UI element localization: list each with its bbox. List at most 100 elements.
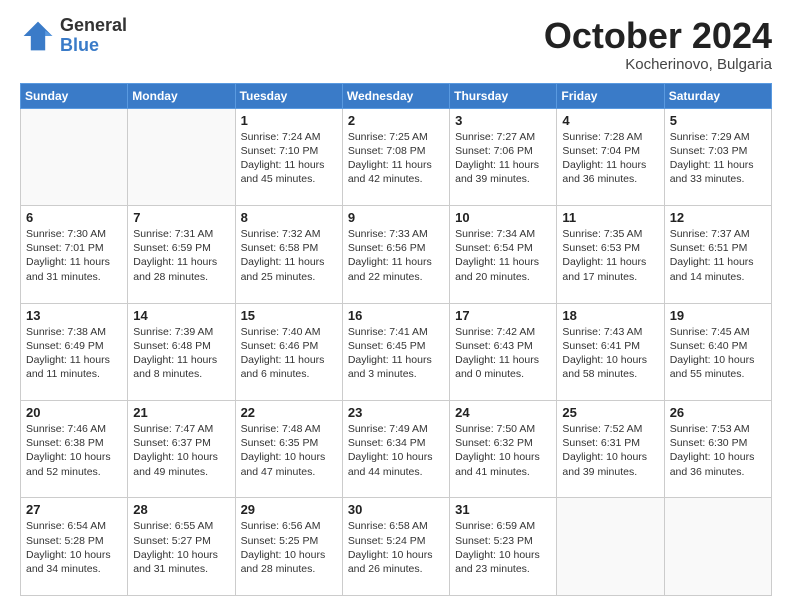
weekday-header: Thursday	[450, 83, 557, 108]
calendar-cell: 30 Sunrise: 6:58 AM Sunset: 5:24 PM Dayli…	[342, 498, 449, 596]
logo-general: General	[60, 16, 127, 36]
day-info: Sunrise: 7:41 AM Sunset: 6:45 PM Dayligh…	[348, 325, 444, 382]
calendar-week-row: 1 Sunrise: 7:24 AM Sunset: 7:10 PM Daylig…	[21, 108, 772, 205]
logo-blue: Blue	[60, 36, 127, 56]
day-number: 5	[670, 113, 766, 128]
weekday-header: Friday	[557, 83, 664, 108]
weekday-header: Monday	[128, 83, 235, 108]
day-info: Sunrise: 7:47 AM Sunset: 6:37 PM Dayligh…	[133, 422, 229, 479]
calendar-cell: 15Sunrise: 7:40 AM Sunset: 6:46 PM Dayli…	[235, 303, 342, 400]
calendar-cell: 3 Sunrise: 7:27 AM Sunset: 7:06 PM Daylig…	[450, 108, 557, 205]
day-info: Sunrise: 7:31 AM Sunset: 6:59 PM Dayligh…	[133, 227, 229, 284]
day-number: 18	[562, 308, 658, 323]
calendar-cell: 31 Sunrise: 6:59 AM Sunset: 5:23 PM Dayli…	[450, 498, 557, 596]
calendar-cell	[664, 498, 771, 596]
day-number: 30	[348, 502, 444, 517]
calendar-cell: 8Sunrise: 7:32 AM Sunset: 6:58 PM Daylig…	[235, 206, 342, 303]
calendar-cell: 5Sunrise: 7:29 AM Sunset: 7:03 PM Daylig…	[664, 108, 771, 205]
day-info: Sunrise: 7:40 AM Sunset: 6:46 PM Dayligh…	[241, 325, 337, 382]
day-info: Sunrise: 7:35 AM Sunset: 6:53 PM Dayligh…	[562, 227, 658, 284]
calendar-cell: 7Sunrise: 7:31 AM Sunset: 6:59 PM Daylig…	[128, 206, 235, 303]
day-info: Sunrise: 7:42 AM Sunset: 6:43 PM Dayligh…	[455, 325, 551, 382]
day-number: 9	[348, 210, 444, 225]
day-info: Sunrise: 6:54 AM Sunset: 5:28 PM Dayligh…	[26, 519, 122, 576]
day-info: Sunrise: 7:38 AM Sunset: 6:49 PM Dayligh…	[26, 325, 122, 382]
weekday-header-row: SundayMondayTuesdayWednesdayThursdayFrid…	[21, 83, 772, 108]
day-number: 28	[133, 502, 229, 517]
day-number: 1	[241, 113, 337, 128]
day-info: Sunrise: 7:53 AM Sunset: 6:30 PM Dayligh…	[670, 422, 766, 479]
logo-text: General Blue	[60, 16, 127, 56]
day-number: 27	[26, 502, 122, 517]
day-info: Sunrise: 7:24 AM Sunset: 7:10 PM Dayligh…	[241, 130, 337, 187]
day-number: 14	[133, 308, 229, 323]
calendar-cell: 28 Sunrise: 6:55 AM Sunset: 5:27 PM Dayli…	[128, 498, 235, 596]
day-info: Sunrise: 7:37 AM Sunset: 6:51 PM Dayligh…	[670, 227, 766, 284]
calendar-cell	[21, 108, 128, 205]
calendar-cell: 19Sunrise: 7:45 AM Sunset: 6:40 PM Dayli…	[664, 303, 771, 400]
title-area: October 2024 Kocherinovo, Bulgaria	[544, 16, 772, 73]
calendar-week-row: 6 Sunrise: 7:30 AM Sunset: 7:01 PM Daylig…	[21, 206, 772, 303]
calendar-cell: 25Sunrise: 7:52 AM Sunset: 6:31 PM Dayli…	[557, 401, 664, 498]
day-info: Sunrise: 7:28 AM Sunset: 7:04 PM Dayligh…	[562, 130, 658, 187]
logo: General Blue	[20, 16, 127, 56]
calendar-cell: 22Sunrise: 7:48 AM Sunset: 6:35 PM Dayli…	[235, 401, 342, 498]
day-number: 16	[348, 308, 444, 323]
logo-icon	[20, 18, 56, 54]
day-number: 19	[670, 308, 766, 323]
day-number: 6	[26, 210, 122, 225]
calendar-cell: 20 Sunrise: 7:46 AM Sunset: 6:38 PM Dayli…	[21, 401, 128, 498]
day-number: 29	[241, 502, 337, 517]
day-number: 22	[241, 405, 337, 420]
calendar-cell: 29Sunrise: 6:56 AM Sunset: 5:25 PM Dayli…	[235, 498, 342, 596]
day-number: 11	[562, 210, 658, 225]
weekday-header: Tuesday	[235, 83, 342, 108]
page: General Blue October 2024 Kocherinovo, B…	[0, 0, 792, 612]
calendar-cell: 18 Sunrise: 7:43 AM Sunset: 6:41 PM Dayli…	[557, 303, 664, 400]
day-info: Sunrise: 7:25 AM Sunset: 7:08 PM Dayligh…	[348, 130, 444, 187]
main-title: October 2024	[544, 16, 772, 56]
calendar-cell: 10 Sunrise: 7:34 AM Sunset: 6:54 PM Dayli…	[450, 206, 557, 303]
day-info: Sunrise: 6:58 AM Sunset: 5:24 PM Dayligh…	[348, 519, 444, 576]
day-number: 24	[455, 405, 551, 420]
calendar-cell: 13Sunrise: 7:38 AM Sunset: 6:49 PM Dayli…	[21, 303, 128, 400]
calendar-cell: 27 Sunrise: 6:54 AM Sunset: 5:28 PM Dayli…	[21, 498, 128, 596]
day-number: 17	[455, 308, 551, 323]
calendar-cell: 16 Sunrise: 7:41 AM Sunset: 6:45 PM Dayli…	[342, 303, 449, 400]
calendar-cell: 14 Sunrise: 7:39 AM Sunset: 6:48 PM Dayli…	[128, 303, 235, 400]
day-info: Sunrise: 7:32 AM Sunset: 6:58 PM Dayligh…	[241, 227, 337, 284]
calendar-cell	[557, 498, 664, 596]
day-info: Sunrise: 6:55 AM Sunset: 5:27 PM Dayligh…	[133, 519, 229, 576]
day-info: Sunrise: 7:43 AM Sunset: 6:41 PM Dayligh…	[562, 325, 658, 382]
day-info: Sunrise: 7:27 AM Sunset: 7:06 PM Dayligh…	[455, 130, 551, 187]
day-info: Sunrise: 7:34 AM Sunset: 6:54 PM Dayligh…	[455, 227, 551, 284]
day-number: 20	[26, 405, 122, 420]
day-info: Sunrise: 7:46 AM Sunset: 6:38 PM Dayligh…	[26, 422, 122, 479]
header: General Blue October 2024 Kocherinovo, B…	[20, 16, 772, 73]
day-info: Sunrise: 7:50 AM Sunset: 6:32 PM Dayligh…	[455, 422, 551, 479]
weekday-header: Wednesday	[342, 83, 449, 108]
day-info: Sunrise: 7:30 AM Sunset: 7:01 PM Dayligh…	[26, 227, 122, 284]
day-info: Sunrise: 7:52 AM Sunset: 6:31 PM Dayligh…	[562, 422, 658, 479]
day-number: 26	[670, 405, 766, 420]
day-info: Sunrise: 6:59 AM Sunset: 5:23 PM Dayligh…	[455, 519, 551, 576]
calendar-cell: 4Sunrise: 7:28 AM Sunset: 7:04 PM Daylig…	[557, 108, 664, 205]
calendar-cell	[128, 108, 235, 205]
calendar-cell: 21 Sunrise: 7:47 AM Sunset: 6:37 PM Dayli…	[128, 401, 235, 498]
day-number: 31	[455, 502, 551, 517]
calendar-cell: 11 Sunrise: 7:35 AM Sunset: 6:53 PM Dayli…	[557, 206, 664, 303]
weekday-header: Sunday	[21, 83, 128, 108]
weekday-header: Saturday	[664, 83, 771, 108]
calendar-cell: 26 Sunrise: 7:53 AM Sunset: 6:30 PM Dayli…	[664, 401, 771, 498]
day-number: 12	[670, 210, 766, 225]
day-number: 10	[455, 210, 551, 225]
subtitle: Kocherinovo, Bulgaria	[544, 56, 772, 73]
calendar-cell: 2Sunrise: 7:25 AM Sunset: 7:08 PM Daylig…	[342, 108, 449, 205]
calendar-cell: 6 Sunrise: 7:30 AM Sunset: 7:01 PM Daylig…	[21, 206, 128, 303]
day-info: Sunrise: 7:39 AM Sunset: 6:48 PM Dayligh…	[133, 325, 229, 382]
calendar-week-row: 20 Sunrise: 7:46 AM Sunset: 6:38 PM Dayli…	[21, 401, 772, 498]
day-number: 21	[133, 405, 229, 420]
day-number: 3	[455, 113, 551, 128]
calendar-week-row: 27 Sunrise: 6:54 AM Sunset: 5:28 PM Dayli…	[21, 498, 772, 596]
calendar-week-row: 13Sunrise: 7:38 AM Sunset: 6:49 PM Dayli…	[21, 303, 772, 400]
